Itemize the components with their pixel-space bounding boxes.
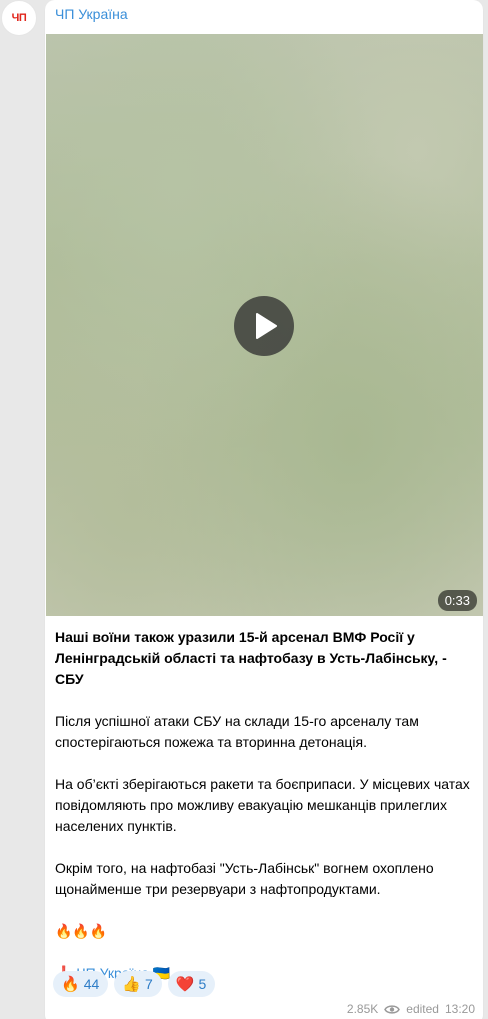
channel-name[interactable]: ЧП Україна bbox=[55, 6, 128, 22]
post-text: Наші воїни також уразили 15-й арсенал ВМ… bbox=[55, 627, 475, 1005]
post-paragraph: На об’єкті зберігаються ракети та боєпри… bbox=[55, 776, 470, 834]
reaction-count: 7 bbox=[144, 976, 153, 992]
reaction-count: 44 bbox=[83, 976, 100, 992]
channel-avatar[interactable]: ЧП bbox=[1, 0, 37, 36]
eye-icon bbox=[384, 1004, 401, 1014]
emoji-line: 🔥🔥🔥 bbox=[55, 923, 108, 939]
avatar-text: ЧП bbox=[11, 12, 27, 24]
heart-icon: ❤️ bbox=[175, 976, 195, 993]
video-duration: 0:33 bbox=[437, 590, 477, 611]
fire-icon: 🔥 bbox=[61, 976, 80, 993]
post-paragraph: Після успішної атаки СБУ на склади 15-го… bbox=[55, 713, 419, 750]
video-preview[interactable]: 0:33 bbox=[46, 34, 483, 616]
thumbs-up-icon: 👍 bbox=[122, 976, 141, 993]
reaction-thumbs-up[interactable]: 👍 7 bbox=[114, 971, 162, 997]
post-paragraph: Окрім того, на нафтобазі "Усть-Лабінськ"… bbox=[55, 860, 434, 897]
reaction-heart[interactable]: ❤️ 5 bbox=[167, 971, 216, 997]
message-time: 13:20 bbox=[444, 1002, 475, 1016]
reactions-bar: 🔥 44 👍 7 ❤️ 5 bbox=[53, 971, 216, 997]
edited-label: edited bbox=[406, 1002, 439, 1016]
view-count: 2.85K bbox=[346, 1002, 379, 1016]
play-icon bbox=[256, 313, 277, 339]
message-meta: 2.85K edited 13:20 bbox=[347, 1002, 475, 1016]
reaction-fire[interactable]: 🔥 44 bbox=[53, 971, 109, 997]
reaction-count: 5 bbox=[198, 976, 207, 992]
play-button[interactable] bbox=[234, 296, 294, 356]
post-headline: Наші воїни також уразили 15-й арсенал ВМ… bbox=[55, 629, 447, 687]
